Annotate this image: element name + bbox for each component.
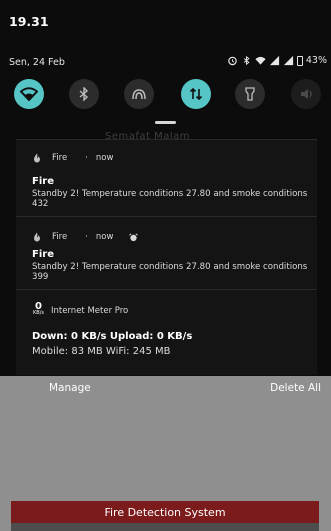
meter-speed: Down: 0 KB/s Upload: 0 KB/s xyxy=(32,331,193,342)
delete-all-button[interactable]: Delete All xyxy=(270,382,321,394)
notification-body: Standby 2! Temperature conditions 27.80 … xyxy=(32,262,308,282)
notification-header: Fire · now xyxy=(32,232,139,242)
divider xyxy=(16,216,317,217)
meter-icon: 0 KB/s xyxy=(33,301,44,316)
sound-icon xyxy=(301,89,312,99)
wifi-toggle[interactable] xyxy=(14,79,44,109)
wifi-status-icon xyxy=(255,56,266,65)
notification-app-name: Fire xyxy=(52,232,68,242)
mobile-data-icon xyxy=(189,87,203,101)
status-icons: 43% xyxy=(227,55,327,66)
signal-icon-2 xyxy=(283,55,293,66)
bullet-separator: · xyxy=(85,153,88,163)
battery-icon xyxy=(296,55,303,66)
meter-app-name: Internet Meter Pro xyxy=(51,306,129,316)
wifi-icon xyxy=(20,87,38,101)
meter-usage: Mobile: 83 MB WiFi: 245 MB xyxy=(32,346,171,357)
sound-toggle[interactable] xyxy=(291,79,321,109)
flashlight-toggle[interactable] xyxy=(235,79,265,109)
notification-list: Fire · now Fire Standby 2! Temperature c… xyxy=(16,139,317,375)
divider xyxy=(16,139,317,140)
app-bar: Fire Detection System xyxy=(11,501,319,523)
notification-title: Fire xyxy=(32,249,54,260)
mobile-data-toggle[interactable] xyxy=(181,79,211,109)
notification-title: Fire xyxy=(32,176,54,187)
fire-app-icon xyxy=(34,232,40,242)
quick-settings xyxy=(0,79,331,111)
bluetooth-icon xyxy=(79,87,89,101)
date-label: Sen, 24 Feb xyxy=(9,57,65,68)
notification-body: Standby 2! Temperature conditions 27.80 … xyxy=(32,189,308,209)
alarm-clock-icon xyxy=(129,232,139,241)
navigation-bar xyxy=(11,523,319,531)
nfc-toggle[interactable] xyxy=(124,79,154,109)
flashlight-icon xyxy=(245,87,255,101)
manage-button[interactable]: Manage xyxy=(49,382,91,394)
alarm-icon xyxy=(228,56,237,66)
bullet-separator: · xyxy=(85,232,88,242)
app-bar-title: Fire Detection System xyxy=(104,505,226,519)
fire-app-icon xyxy=(34,153,40,163)
clock: 19.31 xyxy=(9,14,49,29)
notification-time: now xyxy=(95,232,114,242)
nfc-icon xyxy=(132,89,146,100)
signal-icon-1 xyxy=(269,55,279,66)
notification-app-name: Fire xyxy=(52,153,68,163)
battery-level: 43% xyxy=(305,55,327,66)
bluetooth-toggle[interactable] xyxy=(69,79,99,109)
divider xyxy=(16,289,317,290)
bluetooth-status-icon xyxy=(243,55,250,66)
drag-handle[interactable] xyxy=(155,121,176,124)
notification-header: Fire · now xyxy=(32,153,113,163)
notification-time: now xyxy=(95,153,114,163)
